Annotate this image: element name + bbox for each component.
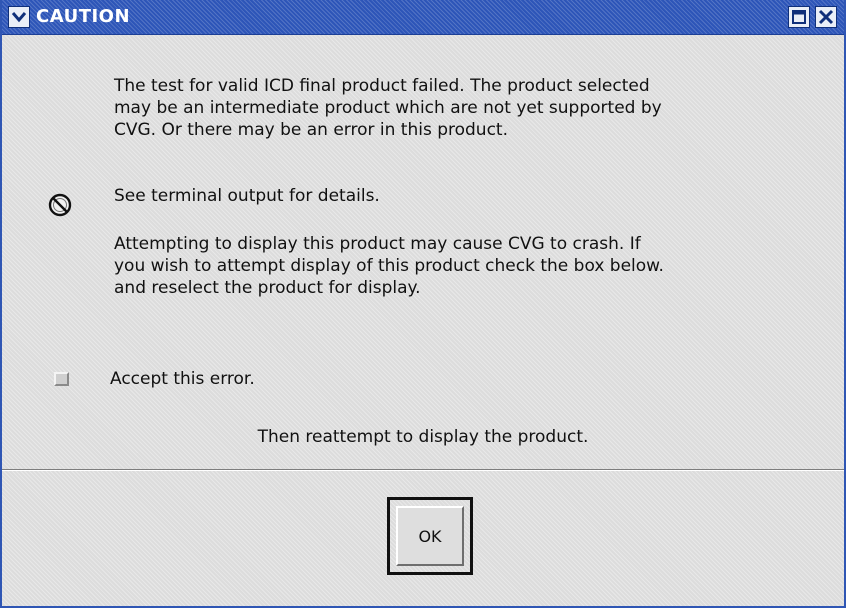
window-menu-button[interactable] [8, 6, 30, 28]
default-button-frame: OK [387, 497, 473, 575]
close-icon [818, 9, 834, 25]
divider [2, 469, 844, 471]
caution-dialog: CAUTION The test for valid ICD final pro… [0, 0, 846, 608]
accept-error-checkbox[interactable] [54, 372, 69, 386]
chevron-down-icon [11, 12, 27, 23]
prohibited-icon [48, 193, 72, 217]
message-paragraph-2: See terminal output for details. [114, 186, 380, 206]
maximize-icon [792, 10, 806, 24]
window-title: CAUTION [36, 6, 131, 27]
message-paragraph-1: The test for valid ICD final product fai… [114, 76, 662, 140]
close-button[interactable] [815, 6, 837, 28]
accept-error-label[interactable]: Accept this error. [110, 369, 255, 389]
ok-button[interactable]: OK [396, 506, 464, 566]
reattempt-hint: Then reattempt to display the product. [257, 427, 589, 447]
message-paragraph-3: Attempting to display this product may c… [114, 234, 664, 298]
maximize-button[interactable] [788, 6, 810, 28]
title-bar: CAUTION [2, 0, 844, 35]
